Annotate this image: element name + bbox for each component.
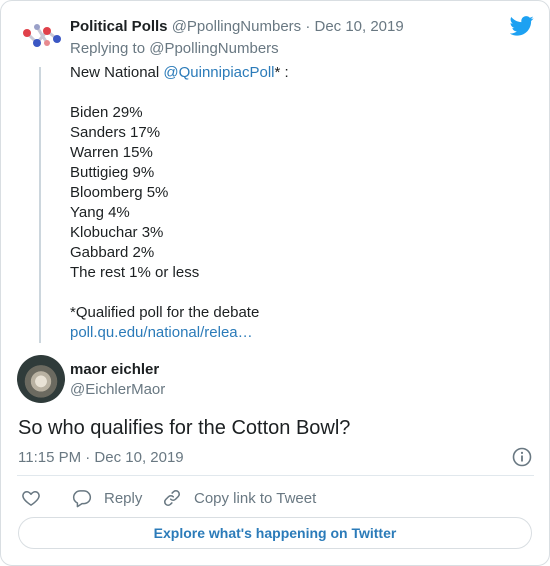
poll-intro-line: New National @QuinnipiacPoll* : [70, 64, 289, 81]
reply-icon [72, 490, 92, 508]
thread-line [39, 67, 41, 343]
divider [17, 475, 534, 476]
quoted-handle-date[interactable]: @PpollingNumbers · Dec 10, 2019 [172, 18, 404, 35]
poll-link[interactable]: poll.qu.edu/national/relea… [70, 323, 289, 343]
poll-result: Klobuchar 3% [70, 224, 164, 241]
quoted-tweet-header: Political Polls @PpollingNumbers · Dec 1… [70, 17, 404, 37]
copy-link-button[interactable]: Copy link to Tweet [162, 487, 316, 509]
reply-label: Reply [104, 489, 143, 507]
poll-result: Warren 15% [70, 144, 153, 161]
twitter-bird-icon[interactable] [510, 16, 534, 36]
poll-result: Sanders 17% [70, 124, 161, 141]
author-handle[interactable]: @EichlerMaor [70, 380, 165, 400]
political-polls-logo-icon[interactable] [21, 21, 65, 53]
author-name[interactable]: maor eichler [70, 360, 159, 380]
replying-to[interactable]: Replying to @PpollingNumbers [70, 39, 279, 59]
explore-twitter-button[interactable]: Explore what's happening on Twitter [18, 517, 532, 549]
tweet-timestamp[interactable]: 11:15 PM · Dec 10, 2019 [18, 448, 184, 468]
explore-label: Explore what's happening on Twitter [153, 525, 397, 541]
info-icon[interactable] [512, 447, 532, 467]
copy-link-icon [164, 490, 180, 506]
poll-result: Yang 4% [70, 204, 130, 221]
poll-footnote: *Qualified poll for the debate [70, 304, 260, 321]
poll-result: The rest 1% or less [70, 264, 200, 281]
reply-button[interactable]: Reply [72, 487, 142, 509]
poll-result: Biden 29% [70, 104, 143, 121]
heart-icon [22, 491, 40, 506]
like-button[interactable] [21, 487, 53, 509]
poll-result: Gabbard 2% [70, 244, 155, 261]
avatar[interactable] [17, 355, 65, 403]
tweet-text: So who qualifies for the Cotton Bowl? [18, 417, 351, 439]
mention-link[interactable]: @QuinnipiacPoll [163, 64, 274, 81]
tweet-card: Political Polls @PpollingNumbers · Dec 1… [0, 0, 550, 566]
quoted-author-name[interactable]: Political Polls [70, 18, 168, 35]
copy-link-label: Copy link to Tweet [194, 489, 317, 507]
poll-result: Bloomberg 5% [70, 184, 169, 201]
poll-result: Buttigieg 9% [70, 164, 155, 181]
quoted-tweet-body: New National @QuinnipiacPoll* : Biden 29… [70, 63, 289, 343]
